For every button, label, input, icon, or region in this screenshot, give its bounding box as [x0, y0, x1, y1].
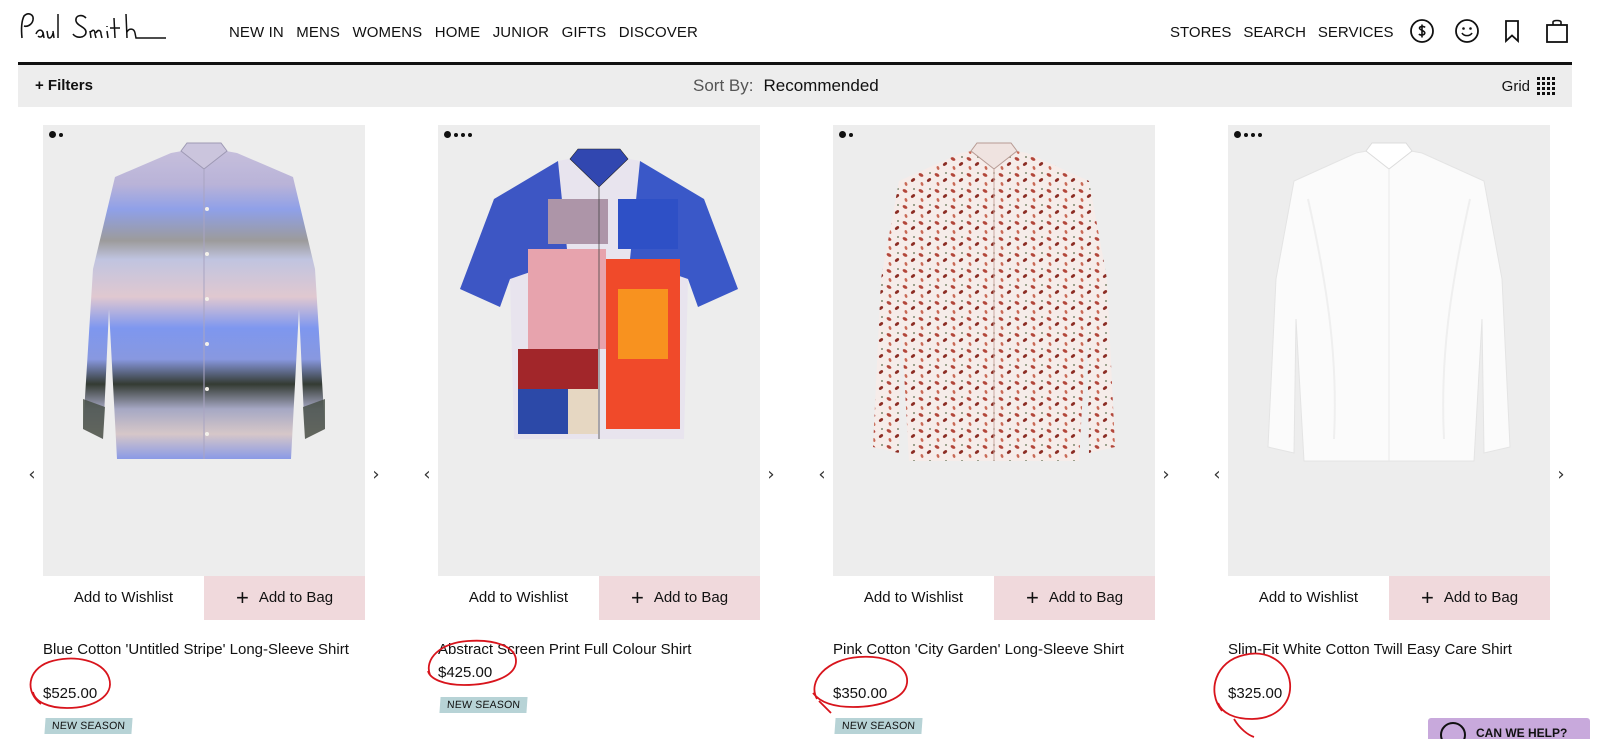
product-price: $525.00	[43, 685, 98, 702]
grid-view-toggle[interactable]: Grid	[1502, 76, 1556, 96]
new-season-badge: NEW SEASON	[44, 718, 133, 734]
pagination-dot	[1251, 132, 1255, 137]
product-card[interactable]: ‹ › Add to Wishlist + Add to Bag Abstrac…	[423, 125, 775, 739]
carousel-prev-arrow[interactable]: ‹	[420, 464, 434, 486]
listing-toolbar: + Filters Sort By: Recommended Grid	[18, 65, 1572, 107]
shirt-image	[873, 142, 1115, 461]
chat-icon	[1440, 722, 1466, 739]
pagination-dot	[849, 132, 853, 137]
add-to-wishlist-button[interactable]: Add to Wishlist	[1228, 576, 1389, 620]
pagination-dot	[1244, 132, 1248, 137]
product-card[interactable]: ‹ › Add to Wishlist + Add to Bag Pink Co…	[812, 125, 1170, 739]
product-image[interactable]	[1228, 125, 1550, 576]
add-to-bag-button[interactable]: + Add to Bag	[994, 576, 1155, 620]
main-nav: NEW IN MENS WOMENS HOME JUNIOR GIFTS DIS…	[229, 24, 710, 41]
account-smiley-icon[interactable]	[1454, 18, 1480, 44]
shirt-image	[1267, 142, 1511, 462]
product-card[interactable]: ‹ › Add to Wishlist + Add to Bag Blue Co…	[28, 125, 380, 739]
sort-dropdown[interactable]: Sort By: Recommended	[693, 76, 879, 96]
pagination-dot	[454, 132, 458, 137]
help-label: CAN WE HELP?	[1476, 726, 1568, 739]
nav-discover[interactable]: DISCOVER	[619, 24, 698, 41]
nav-mens[interactable]: MENS	[296, 24, 340, 41]
product-image[interactable]	[438, 125, 760, 576]
nav-services[interactable]: SERVICES	[1318, 24, 1394, 41]
plus-icon: +	[1420, 585, 1434, 610]
pagination-dot	[59, 132, 63, 137]
carousel-prev-arrow[interactable]: ‹	[1210, 464, 1224, 486]
pagination-dot	[468, 132, 472, 137]
add-to-wishlist-button[interactable]: Add to Wishlist	[43, 576, 204, 620]
product-price: $425.00	[438, 664, 493, 681]
nav-gifts[interactable]: GIFTS	[562, 24, 607, 41]
wishlist-bookmark-icon[interactable]	[1499, 18, 1525, 44]
product-image[interactable]	[833, 125, 1155, 576]
pagination-dot	[461, 132, 465, 137]
carousel-next-arrow[interactable]: ›	[369, 464, 383, 486]
product-price: $325.00	[1228, 685, 1283, 702]
carousel-prev-arrow[interactable]: ‹	[815, 464, 829, 486]
pagination-dot-active	[444, 131, 451, 138]
product-image[interactable]	[43, 125, 365, 576]
nav-stores[interactable]: STORES	[1170, 24, 1231, 41]
image-pagination	[49, 131, 63, 138]
add-to-bag-label: Add to Bag	[258, 589, 334, 606]
add-to-bag-button[interactable]: + Add to Bag	[599, 576, 760, 620]
sort-label: Sort By:	[693, 76, 754, 95]
image-pagination	[1234, 131, 1262, 138]
nav-home[interactable]: HOME	[435, 24, 480, 41]
pagination-dot-active	[49, 131, 56, 138]
brand-logo[interactable]	[18, 8, 168, 48]
plus-icon: +	[235, 585, 249, 610]
add-to-bag-button[interactable]: + Add to Bag	[1389, 576, 1550, 620]
nav-womens[interactable]: WOMENS	[353, 24, 423, 41]
product-name[interactable]: Slim-Fit White Cotton Twill Easy Care Sh…	[1228, 639, 1550, 660]
carousel-next-arrow[interactable]: ›	[1554, 464, 1568, 486]
plus-icon: +	[1025, 585, 1039, 610]
plus-icon: +	[630, 585, 644, 610]
grid-label: Grid	[1501, 77, 1530, 95]
product-name[interactable]: Abstract Screen Print Full Colour Shirt	[438, 639, 760, 660]
pagination-dot	[1258, 132, 1262, 137]
utility-nav: STORES SEARCH SERVICES	[1170, 24, 1406, 41]
add-to-bag-label: Add to Bag	[1443, 589, 1519, 606]
currency-dollar-icon[interactable]	[1409, 18, 1435, 44]
grid-icon	[1537, 77, 1555, 95]
product-name[interactable]: Blue Cotton 'Untitled Stripe' Long-Sleev…	[43, 639, 365, 660]
product-name[interactable]: Pink Cotton 'City Garden' Long-Sleeve Sh…	[833, 639, 1155, 660]
nav-junior[interactable]: JUNIOR	[493, 24, 549, 41]
carousel-prev-arrow[interactable]: ‹	[25, 464, 39, 486]
image-pagination	[839, 131, 853, 138]
nav-new-in[interactable]: NEW IN	[229, 24, 284, 41]
shirt-image	[83, 142, 325, 459]
add-to-wishlist-button[interactable]: Add to Wishlist	[833, 576, 994, 620]
add-to-wishlist-button[interactable]: Add to Wishlist	[438, 576, 599, 620]
nav-search[interactable]: SEARCH	[1243, 24, 1306, 41]
shirt-image	[460, 148, 738, 439]
carousel-next-arrow[interactable]: ›	[1159, 464, 1173, 486]
image-pagination	[444, 131, 472, 138]
product-price: $350.00	[833, 685, 888, 702]
help-chat-button[interactable]: CAN WE HELP?	[1428, 718, 1590, 739]
add-to-bag-button[interactable]: + Add to Bag	[204, 576, 365, 620]
new-season-badge: NEW SEASON	[439, 697, 528, 713]
price-annotation-circle	[29, 657, 111, 709]
pagination-dot-active	[1234, 131, 1241, 138]
bag-icon[interactable]	[1544, 18, 1570, 44]
add-to-bag-label: Add to Bag	[653, 589, 729, 606]
carousel-next-arrow[interactable]: ›	[764, 464, 778, 486]
product-card[interactable]: ‹ › Add to Wishlist + Add to Bag Slim-Fi…	[1213, 125, 1565, 739]
add-to-bag-label: Add to Bag	[1048, 589, 1124, 606]
sort-value: Recommended	[763, 76, 879, 95]
filters-button[interactable]: + Filters	[35, 77, 93, 94]
new-season-badge: NEW SEASON	[834, 718, 923, 734]
pagination-dot-active	[839, 131, 846, 138]
site-header: NEW IN MENS WOMENS HOME JUNIOR GIFTS DIS…	[0, 0, 1600, 65]
